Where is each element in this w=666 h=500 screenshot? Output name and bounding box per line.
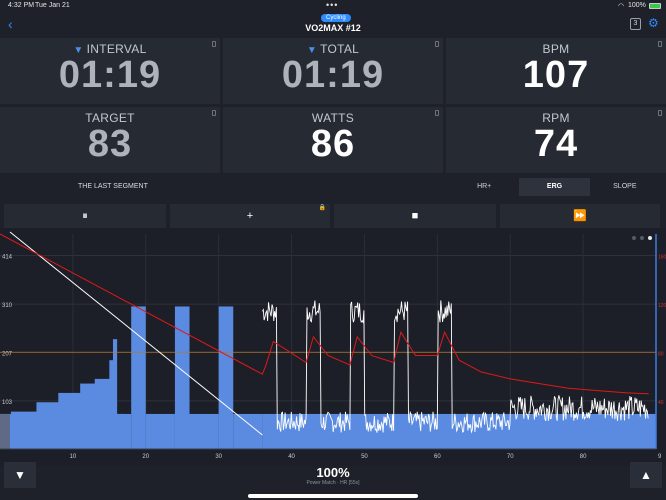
ramp-step xyxy=(94,378,110,449)
segment-name: THE LAST SEGMENT xyxy=(78,183,148,190)
watts-tile[interactable]: WATTS 86 xyxy=(223,107,443,173)
mode-selector: HR+ ERG SLOPE xyxy=(449,178,660,196)
category-pill: Cycling xyxy=(321,14,351,22)
interval-bar xyxy=(145,413,175,449)
home-indicator[interactable] xyxy=(248,494,418,498)
skip-forward-button[interactable]: ⏩ xyxy=(500,204,660,228)
page-dot-active[interactable] xyxy=(648,236,652,240)
x-tick-label: 20 xyxy=(142,454,149,460)
stop-button[interactable]: ■ xyxy=(334,204,496,228)
plus-icon: + xyxy=(246,210,254,222)
interval-bar xyxy=(189,413,219,449)
ramp-step xyxy=(109,360,114,449)
ramp-step xyxy=(10,411,37,449)
hr-tick-label: 80 xyxy=(658,351,664,357)
x-tick-label: 30 xyxy=(215,454,222,460)
workout-header: ‹ Cycling VO2MAX #12 3 ⚙ xyxy=(0,12,666,36)
x-tick-label: 60 xyxy=(434,454,441,460)
x-tick-label: 70 xyxy=(507,454,514,460)
target-tile[interactable]: TARGET 83 xyxy=(0,107,220,173)
mode-erg[interactable]: ERG xyxy=(519,178,590,196)
multitask-dots-icon[interactable]: ••• xyxy=(326,0,338,10)
total-value: 01:19 xyxy=(281,54,385,96)
lap-counter-badge[interactable]: 3 xyxy=(630,18,641,30)
mode-slope[interactable]: SLOPE xyxy=(590,178,660,196)
rpm-tile[interactable]: RPM 74 xyxy=(446,107,666,173)
add-button[interactable]: + 🔒 xyxy=(170,204,330,228)
status-time: 4:32 PM xyxy=(8,2,35,9)
hr-tick-label: 160 xyxy=(658,255,666,261)
interval-bar xyxy=(174,306,190,449)
elapsed-shade xyxy=(0,413,10,449)
interval-bar xyxy=(218,306,234,449)
segment-row: THE LAST SEGMENT HR+ ERG SLOPE xyxy=(0,176,666,198)
next-button[interactable]: ▲ xyxy=(630,462,662,488)
interval-tile[interactable]: ▼ INTERVAL 01:19 xyxy=(0,38,220,104)
bpm-value: 107 xyxy=(522,54,590,96)
y-tick-label: 414 xyxy=(2,255,13,261)
ramp-step xyxy=(80,383,96,449)
workout-title: VO2MAX #12 xyxy=(305,23,361,33)
tile-options-icon[interactable] xyxy=(658,41,662,47)
tile-options-icon[interactable] xyxy=(212,41,216,47)
wifi-icon: ◠ xyxy=(618,3,625,10)
battery-percent: 100% xyxy=(628,2,646,9)
target-area xyxy=(262,413,656,449)
tile-options-icon[interactable] xyxy=(212,110,216,116)
hr-tick-label: 120 xyxy=(658,303,666,309)
x-tick-label: 10 xyxy=(70,454,77,460)
footer-bar: ▼ 100% Power Match · HR [55s] ▲ xyxy=(0,462,666,492)
page-dot[interactable] xyxy=(632,236,636,240)
target-value: 83 xyxy=(87,123,133,165)
pause-button[interactable]: ⏸ xyxy=(4,204,166,228)
ramp-step xyxy=(116,413,125,449)
power-match-value: 100% xyxy=(316,465,350,480)
hr-tick-label: 40 xyxy=(658,400,664,406)
tile-options-icon[interactable] xyxy=(658,110,662,116)
status-date: Tue Jan 21 xyxy=(35,2,70,9)
workout-chart-svg: 414 160310 120207 80103 4010 20 30 40 50 60 70 80 9 xyxy=(0,228,666,466)
ramp-step xyxy=(112,339,118,449)
tile-options-icon[interactable] xyxy=(435,41,439,47)
ramp-step xyxy=(58,392,81,449)
gear-icon[interactable]: ⚙ xyxy=(648,16,659,30)
bpm-tile[interactable]: BPM 107 xyxy=(446,38,666,104)
total-tile[interactable]: ▼ TOTAL 01:19 xyxy=(223,38,443,104)
lock-icon: 🔒 xyxy=(318,205,326,211)
tile-options-icon[interactable] xyxy=(435,110,439,116)
page-dot[interactable] xyxy=(640,236,644,240)
workout-chart[interactable]: 414 160 310 120 207 80 103 40 10 20 30 40 50 60 70 80 9 xyxy=(0,228,666,466)
rpm-value: 74 xyxy=(533,123,579,165)
mode-hr-plus[interactable]: HR+ xyxy=(449,178,519,196)
power-match-caption: Power Match · HR [55s] xyxy=(306,480,360,486)
y-tick-label: 310 xyxy=(2,303,13,309)
battery-icon xyxy=(649,3,661,9)
x-tick-label: 40 xyxy=(288,454,295,460)
ramp-step xyxy=(36,402,59,449)
interval-bar xyxy=(131,306,146,449)
y-tick-label: 103 xyxy=(2,400,13,406)
x-tick-label: 80 xyxy=(580,454,587,460)
interval-value: 01:19 xyxy=(58,54,162,96)
x-tick-label: 50 xyxy=(361,454,368,460)
playback-controls: ⏸ + 🔒 ■ ⏩ xyxy=(0,204,666,228)
watts-value: 86 xyxy=(310,123,356,165)
status-bar: 4:32 PM Tue Jan 21 ••• ◠ 100% xyxy=(0,0,666,12)
